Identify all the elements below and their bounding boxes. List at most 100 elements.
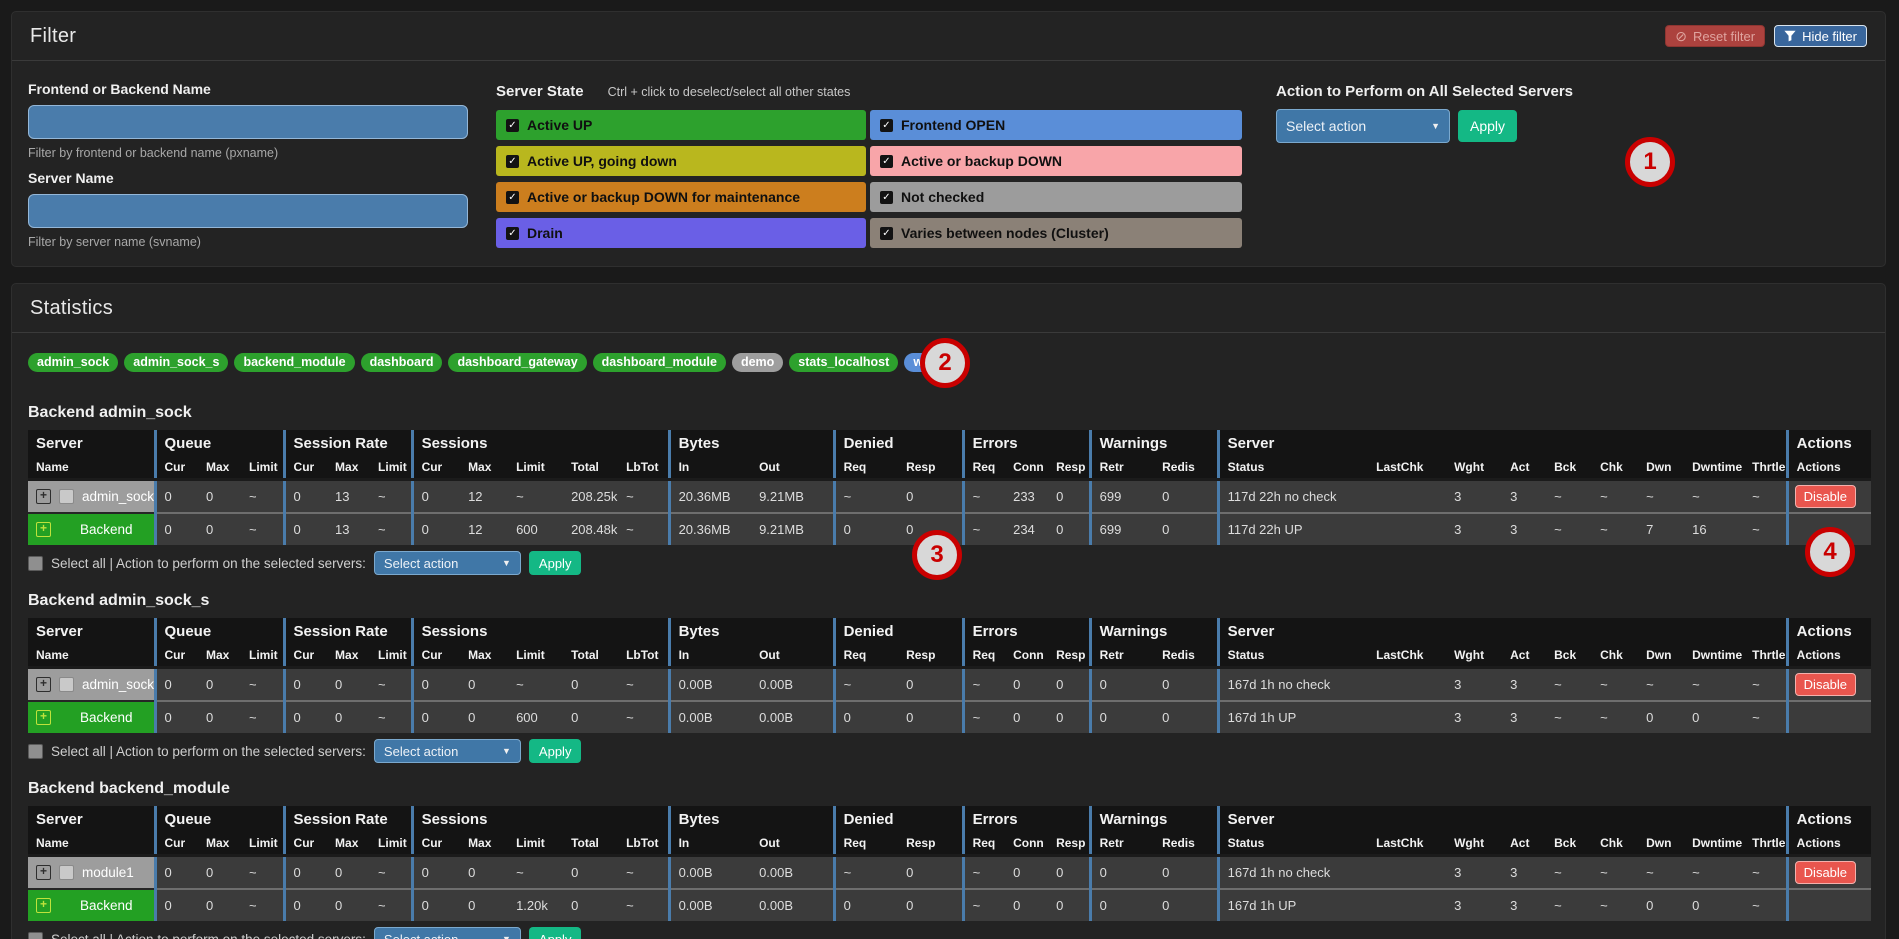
state-toggle-active-or-backup-down-for-maintenance[interactable]: ✓Active or backup DOWN for maintenance [496,182,866,212]
select-all-checkbox[interactable] [28,556,43,571]
checkbox-checked-icon: ✓ [880,191,893,204]
cell-cur: 0 [284,668,327,702]
state-toggle-not-checked[interactable]: ✓Not checked [870,182,1242,212]
svname-input[interactable] [28,194,468,228]
expand-row-icon[interactable]: + [36,522,51,537]
state-toggle-label: Active or backup DOWN for maintenance [527,189,800,205]
cell-dwntime: 16 [1684,513,1744,545]
cell-req: ~ [834,668,898,702]
column-max: Max [327,644,370,668]
state-toggle-active-up[interactable]: ✓Active UP [496,110,866,140]
cell-wght: 3 [1446,856,1502,890]
global-action-select[interactable]: Select action ▼ [1276,109,1450,143]
checkbox-checked-icon: ✓ [880,119,893,132]
expand-row-icon[interactable]: + [36,677,51,692]
expand-row-icon[interactable]: + [36,489,51,504]
cell-total: 0 [563,668,618,702]
server-state-hint: Ctrl + click to deselect/select all othe… [608,85,851,99]
column-redis: Redis [1154,644,1218,668]
column-dwntime: Dwntime [1684,456,1744,480]
state-toggle-active-or-backup-down[interactable]: ✓Active or backup DOWN [870,146,1242,176]
column-bck: Bck [1546,644,1592,668]
backend-tag-admin-sock-s[interactable]: admin_sock_s [124,353,228,372]
pxname-input[interactable] [28,105,468,139]
cell-lastchk [1368,513,1446,545]
global-action-label: Action to Perform on All Selected Server… [1276,83,1573,100]
table-action-select[interactable]: Select action▼ [374,739,521,763]
cell-redis: 0 [1154,701,1218,733]
server-state-head: Server State Ctrl + click to deselect/se… [496,83,1242,100]
cell-req: 0 [834,889,898,921]
svname-label: Server Name [28,170,468,186]
column-name: Name [28,832,155,856]
cell-resp: 0 [898,856,963,890]
chevron-down-icon: ▼ [502,746,511,756]
backend-tag-dashboard-gateway[interactable]: dashboard_gateway [448,353,586,372]
state-toggle-varies-between-nodes-cluster[interactable]: ✓Varies between nodes (Cluster) [870,218,1242,248]
column-group-errors: Errors [963,806,1090,832]
column-name: Name [28,644,155,668]
column-cur: Cur [155,832,198,856]
row-checkbox[interactable] [59,865,74,880]
backend-tag-dashboard-module[interactable]: dashboard_module [593,353,726,372]
select-all-checkbox[interactable] [28,932,43,939]
column-wght: Wght [1446,832,1502,856]
expand-row-icon[interactable]: + [36,710,51,725]
expand-row-icon[interactable]: + [36,898,51,913]
state-toggle-drain[interactable]: ✓Drain [496,218,866,248]
table-apply-button[interactable]: Apply [529,927,582,939]
column-lastchk: LastChk [1368,644,1446,668]
cell-thrtle: ~ [1744,701,1787,733]
column-max: Max [460,644,508,668]
column-resp: Resp [898,832,963,856]
backend-tag-admin-sock[interactable]: admin_sock [28,353,118,372]
state-toggle-frontend-open[interactable]: ✓Frontend OPEN [870,110,1242,140]
expand-row-icon[interactable]: + [36,865,51,880]
table-apply-button[interactable]: Apply [529,551,582,575]
cell-cur: 0 [155,889,198,921]
hide-filter-label: Hide filter [1802,29,1857,44]
select-all-checkbox[interactable] [28,744,43,759]
column-limit: Limit [508,456,563,480]
table-apply-button[interactable]: Apply [529,739,582,763]
row-checkbox[interactable] [59,489,74,504]
backend-tag-dashboard[interactable]: dashboard [361,353,443,372]
cell-limit: ~ [370,856,412,890]
cell-req: 0 [834,513,898,545]
backend-tag-backend-module[interactable]: backend_module [234,353,354,372]
disable-button[interactable]: Disable [1795,673,1856,696]
column-resp: Resp [1048,832,1090,856]
cell-lastchk [1368,889,1446,921]
table-action-select[interactable]: Select action▼ [374,927,521,939]
disable-button[interactable]: Disable [1795,861,1856,884]
column-req: Req [834,832,898,856]
cell-cur: 0 [412,480,460,514]
disable-button[interactable]: Disable [1795,485,1856,508]
reset-filter-button[interactable]: ⊘ Reset filter [1665,25,1765,47]
cell-req: ~ [963,856,1005,890]
column-status: Status [1218,832,1368,856]
state-toggle-active-up-going-down[interactable]: ✓Active UP, going down [496,146,866,176]
cell-wght: 3 [1446,889,1502,921]
cell-status: 167d 1h UP [1218,701,1368,733]
cell-max: 13 [327,513,370,545]
column-actions: Actions [1787,644,1871,668]
table-row-module1: +module100~00~00~0~0.00B0.00B~0~0000167d… [28,856,1871,890]
row-checkbox[interactable] [59,677,74,692]
cell-chk: ~ [1592,856,1638,890]
backend-tag-stats-localhost[interactable]: stats_localhost [789,353,898,372]
filter-header-buttons: ⊘ Reset filter Hide filter [1665,25,1867,47]
hide-filter-button[interactable]: Hide filter [1774,25,1867,47]
state-toggle-label: Active UP, going down [527,153,677,169]
column-group-session-rate: Session Rate [284,618,412,644]
cell-thrtle: ~ [1744,889,1787,921]
cell-resp: 0 [898,668,963,702]
cell-max: 0 [198,513,241,545]
cell-redis: 0 [1154,480,1218,514]
backend-tag-demo[interactable]: demo [732,353,783,372]
select-all-label: Select all | Action to perform on the se… [51,744,366,759]
column-redis: Redis [1154,456,1218,480]
table-action-select[interactable]: Select action▼ [374,551,521,575]
column-chk: Chk [1592,644,1638,668]
global-apply-button[interactable]: Apply [1458,110,1517,142]
